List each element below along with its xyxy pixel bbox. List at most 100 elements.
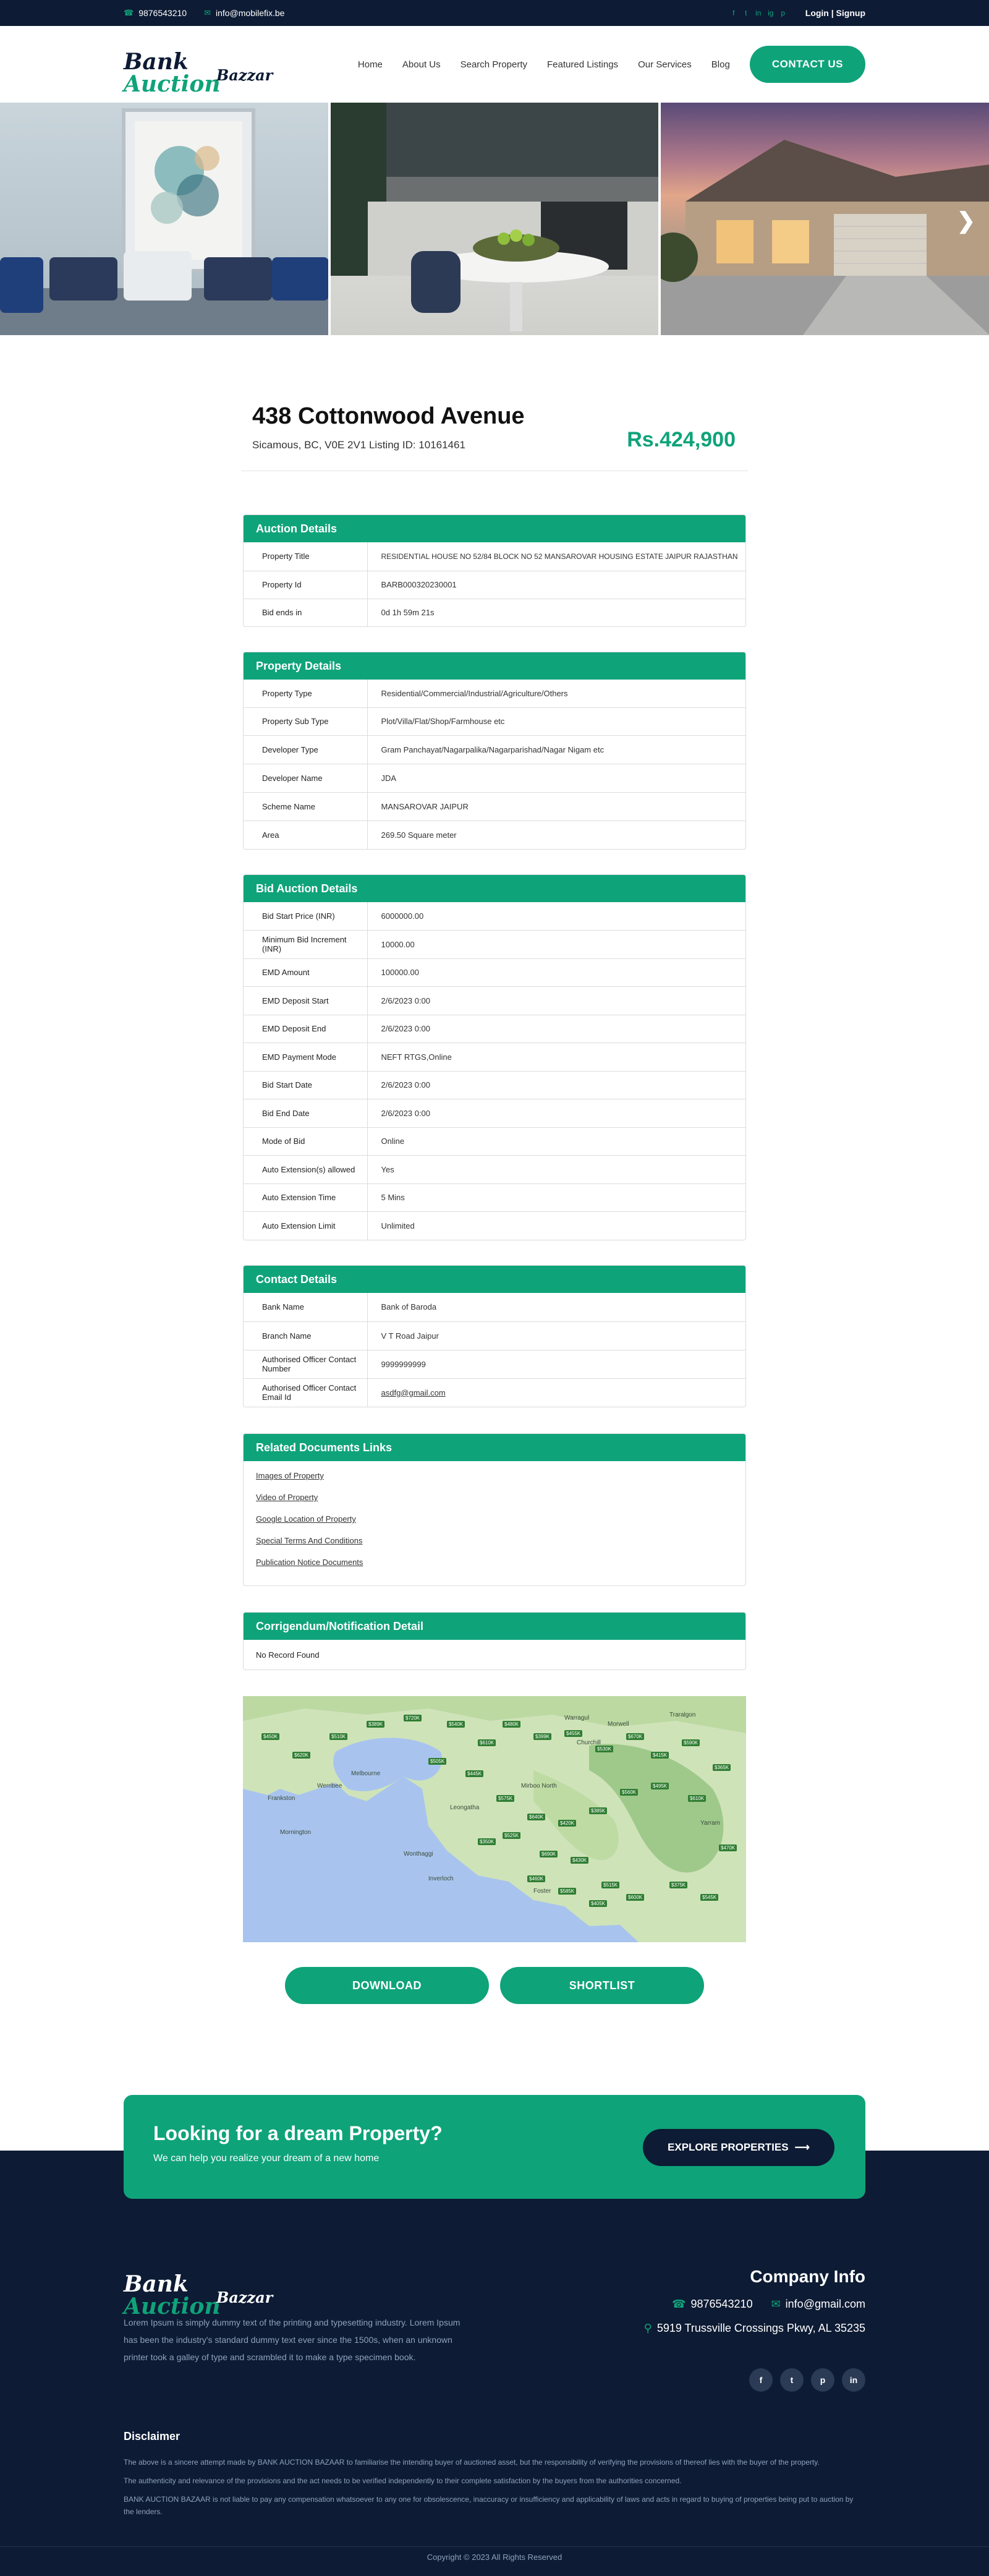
map-price-marker[interactable]: $375K bbox=[669, 1882, 688, 1888]
instagram-icon[interactable]: ig bbox=[767, 9, 775, 17]
nav-home[interactable]: Home bbox=[358, 59, 383, 70]
map-price-marker[interactable]: $640K bbox=[527, 1814, 546, 1820]
map-price-marker[interactable]: $430K bbox=[571, 1857, 589, 1864]
map-price-marker[interactable]: $525K bbox=[503, 1832, 521, 1839]
section-heading: Property Details bbox=[244, 652, 745, 680]
nav-about-us[interactable]: About Us bbox=[402, 59, 441, 70]
pinterest-icon[interactable]: p bbox=[811, 2368, 834, 2392]
main-nav: Home About Us Search Property Featured L… bbox=[358, 46, 865, 83]
footer-phone-text: 9876543210 bbox=[690, 2298, 753, 2310]
map-price-marker[interactable]: $450K bbox=[261, 1733, 280, 1740]
explore-properties-button[interactable]: EXPLORE PROPERTIES ⟶ bbox=[643, 2129, 834, 2166]
map-price-marker[interactable]: $505K bbox=[428, 1758, 447, 1765]
gallery-next-arrow-icon[interactable]: ❯ bbox=[957, 208, 975, 234]
action-buttons: DOWNLOAD SHORTLIST bbox=[243, 1967, 746, 2004]
facebook-icon[interactable]: f bbox=[749, 2368, 773, 2392]
map-price-marker[interactable]: $405K bbox=[589, 1900, 608, 1907]
map-price-marker[interactable]: $415K bbox=[651, 1752, 669, 1759]
map-price-marker[interactable]: $365K bbox=[713, 1764, 731, 1771]
nav-featured-listings[interactable]: Featured Listings bbox=[547, 59, 618, 70]
nav-our-services[interactable]: Our Services bbox=[638, 59, 692, 70]
table-row: Authorised Officer Contact Number 9999999… bbox=[244, 1350, 745, 1379]
section-heading: Corrigendum/Notification Detail bbox=[244, 1613, 745, 1640]
property-title-block: 438 Cottonwood Avenue Sicamous, BC, V0E … bbox=[241, 403, 748, 471]
facebook-icon[interactable]: f bbox=[730, 9, 737, 17]
officer-email-link[interactable]: asdfg@gmail.com bbox=[381, 1388, 446, 1397]
map-price-marker[interactable]: $510K bbox=[329, 1733, 348, 1740]
linkedin-icon[interactable]: in bbox=[755, 9, 762, 17]
map-price-marker[interactable]: $600K bbox=[626, 1894, 645, 1901]
map-price-marker[interactable]: $470K bbox=[719, 1845, 737, 1851]
map-price-marker[interactable]: $610K bbox=[688, 1795, 707, 1802]
table-row: Property Type Residential/Commercial/Indu… bbox=[244, 680, 745, 708]
property-price: Rs.424,900 bbox=[627, 428, 736, 451]
map-price-marker[interactable]: $455K bbox=[564, 1730, 583, 1737]
property-map[interactable]: Werribee Melbourne Mornington Frankston Warr… bbox=[243, 1696, 746, 1942]
map-price-marker[interactable]: $560K bbox=[620, 1789, 639, 1796]
map-price-marker[interactable]: $690K bbox=[540, 1851, 558, 1857]
map-place-label: Werribee bbox=[317, 1783, 342, 1789]
table-row: EMD Deposit Start 2/6/2023 0:00 bbox=[244, 986, 745, 1015]
doc-link-publication[interactable]: Publication Notice Documents bbox=[256, 1558, 733, 1567]
map-price-marker[interactable]: $495K bbox=[651, 1783, 669, 1789]
map-price-marker[interactable]: $575K bbox=[496, 1795, 515, 1802]
doc-link-images[interactable]: Images of Property bbox=[256, 1471, 733, 1480]
map-place-label: Foster bbox=[533, 1888, 551, 1895]
pinterest-icon[interactable]: p bbox=[779, 9, 787, 17]
doc-link-location[interactable]: Google Location of Property bbox=[256, 1514, 733, 1524]
footer-address-text: 5919 Trussville Crossings Pkwy, AL 35235 bbox=[656, 2322, 865, 2334]
bid-details-table: Bid Start Price (INR) 6000000.00 Minimum … bbox=[244, 902, 745, 1240]
footer-phone[interactable]: ☎ 9876543210 bbox=[672, 2298, 753, 2311]
table-row: Area 269.50 Square meter bbox=[244, 821, 745, 849]
linkedin-icon[interactable]: in bbox=[842, 2368, 865, 2392]
cta-wrapper: Looking for a dream Property? We can hel… bbox=[0, 2095, 989, 2199]
map-price-marker[interactable]: $420K bbox=[558, 1820, 577, 1827]
shortlist-button[interactable]: SHORTLIST bbox=[500, 1967, 704, 2004]
map-place-label: Yarram bbox=[700, 1820, 721, 1827]
map-price-marker[interactable]: $620K bbox=[292, 1752, 311, 1759]
map-price-marker[interactable]: $590K bbox=[682, 1739, 700, 1746]
doc-link-video[interactable]: Video of Property bbox=[256, 1493, 733, 1502]
topbar-email[interactable]: ✉ info@mobilefix.be bbox=[204, 8, 284, 18]
related-documents-section: Related Documents Links Images of Proper… bbox=[243, 1433, 746, 1586]
map-price-marker[interactable]: $515K bbox=[601, 1882, 620, 1888]
gallery-image-house-exterior[interactable]: ❯ bbox=[661, 103, 989, 335]
footer-email[interactable]: ✉ info@gmail.com bbox=[771, 2298, 865, 2311]
gallery-image-living-room[interactable] bbox=[0, 103, 328, 335]
map-price-marker[interactable]: $460K bbox=[527, 1875, 546, 1882]
twitter-icon[interactable]: t bbox=[742, 9, 750, 17]
login-signup-link[interactable]: Login | Signup bbox=[805, 8, 865, 18]
arrow-right-icon: ⟶ bbox=[794, 2141, 810, 2153]
contact-details-table: Bank Name Bank of Baroda Branch Name V T R… bbox=[244, 1293, 745, 1407]
table-row: Property Sub Type Plot/Villa/Flat/Shop/Fa… bbox=[244, 707, 745, 736]
map-price-marker[interactable]: $385K bbox=[589, 1807, 608, 1814]
map-price-marker[interactable]: $389K bbox=[367, 1721, 385, 1728]
table-row: Property Title RESIDENTIAL HOUSE NO 52/84… bbox=[244, 542, 745, 571]
topbar-phone[interactable]: ☎ 9876543210 bbox=[124, 8, 187, 18]
map-price-marker[interactable]: $585K bbox=[558, 1888, 577, 1895]
map-place-label: Melbourne bbox=[351, 1770, 381, 1777]
map-price-marker[interactable]: $540K bbox=[447, 1721, 465, 1728]
table-row: Authorised Officer Contact Email Id asdfg… bbox=[244, 1378, 745, 1407]
twitter-icon[interactable]: t bbox=[780, 2368, 804, 2392]
map-price-marker[interactable]: $545K bbox=[700, 1894, 719, 1901]
property-title: 438 Cottonwood Avenue bbox=[252, 403, 525, 429]
nav-blog[interactable]: Blog bbox=[711, 59, 730, 70]
map-price-marker[interactable]: $720K bbox=[404, 1715, 422, 1721]
map-price-marker[interactable]: $350K bbox=[478, 1838, 496, 1845]
doc-link-terms[interactable]: Special Terms And Conditions bbox=[256, 1536, 733, 1545]
gallery-image-kitchen[interactable] bbox=[330, 103, 659, 335]
map-price-marker[interactable]: $399K bbox=[533, 1733, 552, 1740]
map-price-marker[interactable]: $670K bbox=[626, 1733, 645, 1740]
site-logo[interactable]: Bank Auction Bazzar bbox=[124, 46, 273, 95]
map-price-marker[interactable]: $445K bbox=[465, 1770, 484, 1777]
cta-heading: Looking for a dream Property? bbox=[153, 2122, 443, 2144]
map-price-marker[interactable]: $480K bbox=[503, 1721, 521, 1728]
table-row: Auto Extension(s) allowed Yes bbox=[244, 1155, 745, 1184]
footer-logo[interactable]: Bank Auction Bazzar bbox=[124, 2268, 273, 2318]
download-button[interactable]: DOWNLOAD bbox=[285, 1967, 489, 2004]
contact-us-button[interactable]: CONTACT US bbox=[749, 46, 865, 83]
map-price-marker[interactable]: $530K bbox=[595, 1746, 614, 1752]
nav-search-property[interactable]: Search Property bbox=[461, 59, 527, 70]
map-price-marker[interactable]: $610K bbox=[478, 1739, 496, 1746]
